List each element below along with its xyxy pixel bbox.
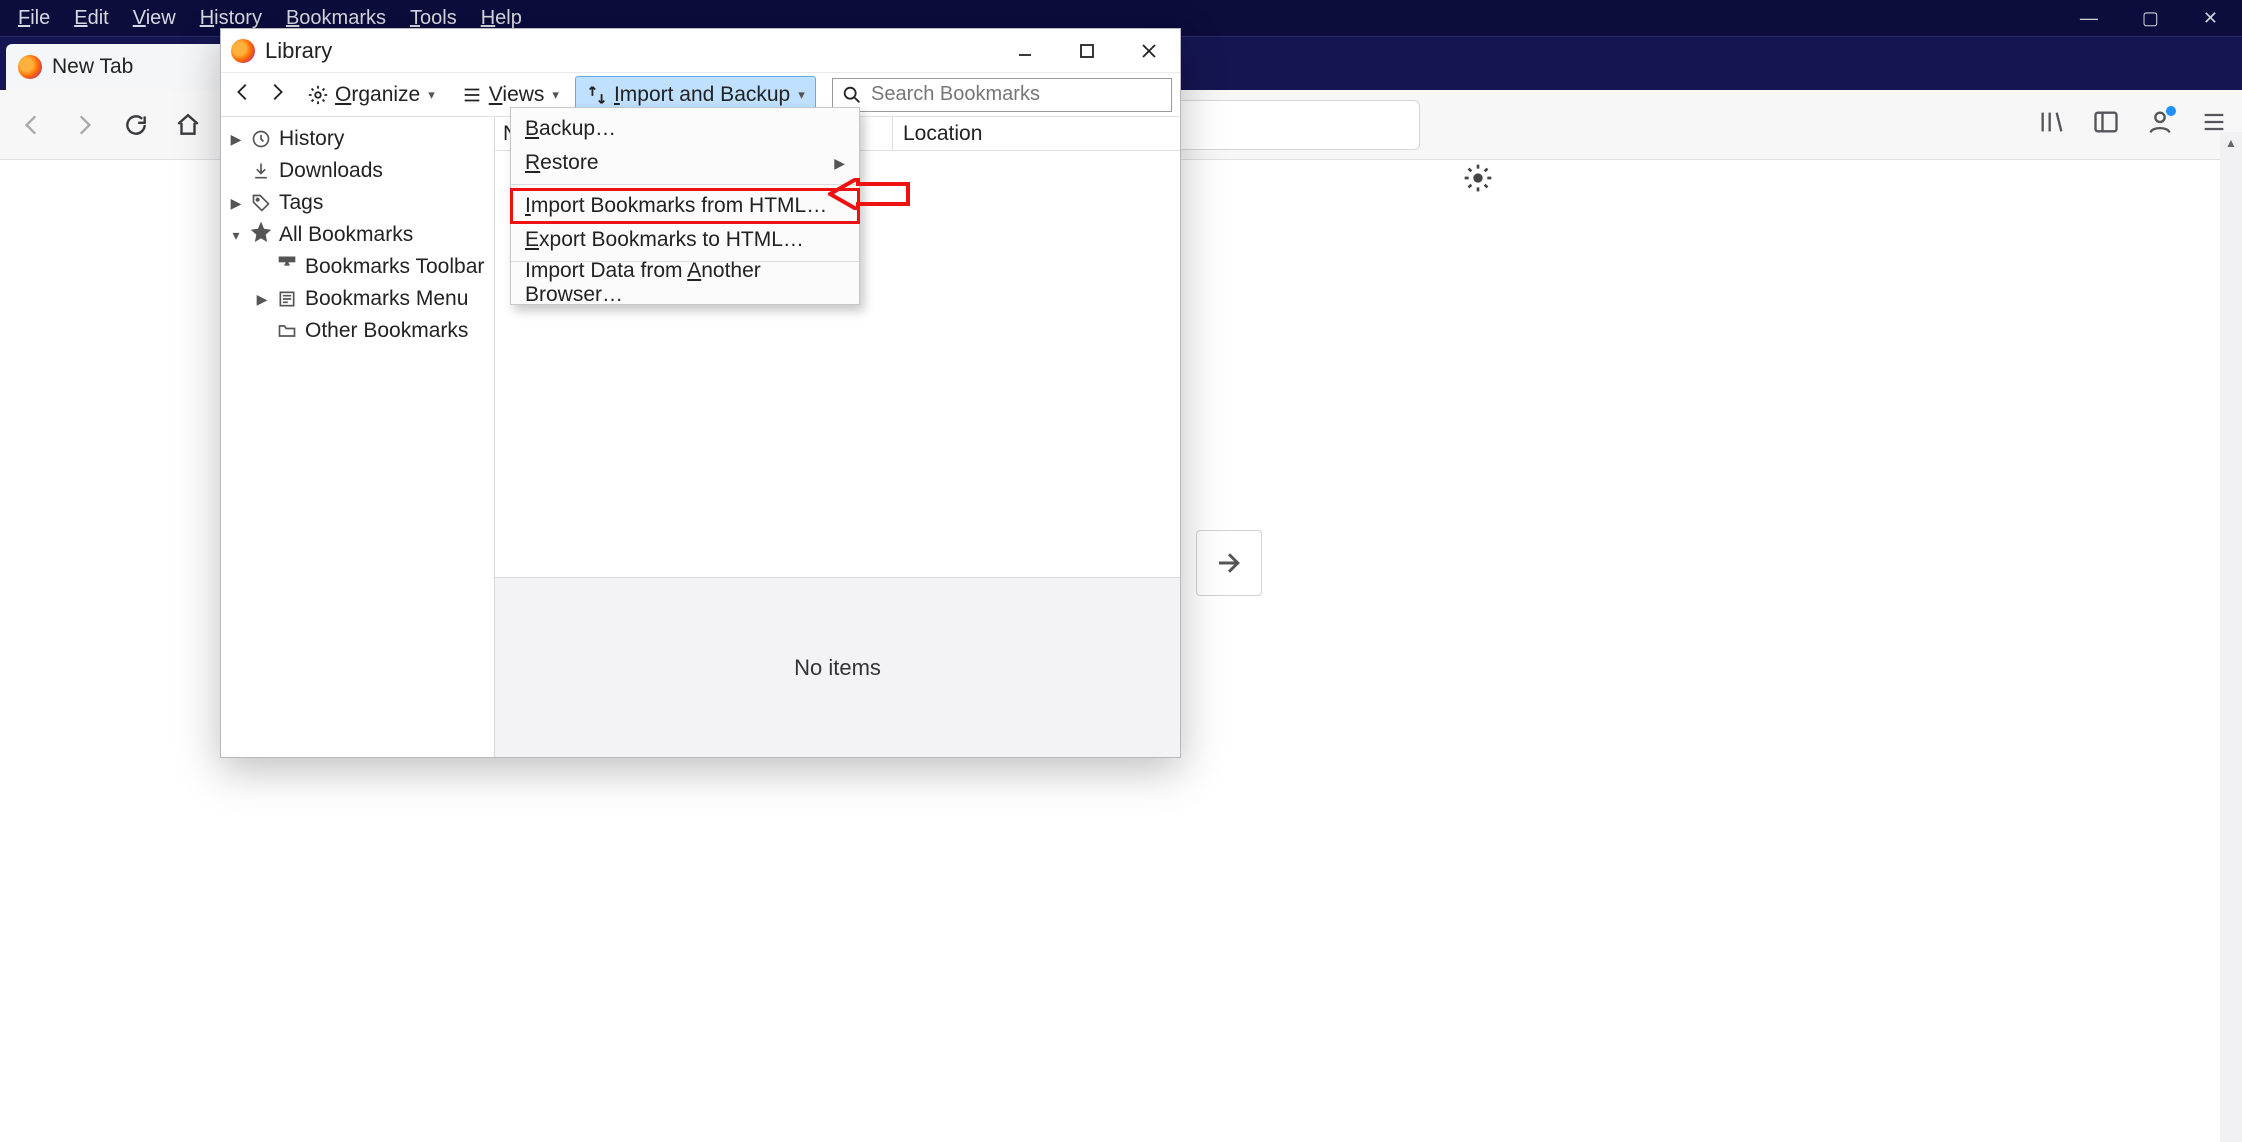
tree-bookmarks-toolbar[interactable]: Bookmarks Toolbar: [225, 251, 490, 283]
library-tree: ▶ History Downloads ▶ Tags ▾ All Bookmar…: [221, 117, 495, 757]
content-settings-gear-icon[interactable]: [1462, 162, 1494, 199]
tree-all-bookmarks[interactable]: ▾ All Bookmarks: [225, 219, 490, 251]
library-forward-button[interactable]: [263, 81, 291, 109]
forward-button[interactable]: [62, 103, 106, 147]
firefox-icon: [18, 55, 42, 79]
history-icon: [251, 129, 271, 149]
menu-export-html[interactable]: Export Bookmarks to HTML…: [511, 223, 859, 257]
menu-view[interactable]: View: [121, 3, 188, 34]
library-detail-pane: No items: [495, 577, 1180, 757]
firefox-icon: [231, 39, 255, 63]
library-title: Library: [265, 38, 332, 64]
page-scrollbar[interactable]: ▲: [2220, 132, 2242, 1142]
bookmarks-toolbar-icon: [277, 254, 297, 280]
annotation-arrow-icon: [828, 178, 910, 210]
tab-title: New Tab: [52, 55, 133, 79]
submenu-arrow-icon: ▶: [834, 155, 845, 172]
back-button[interactable]: [10, 103, 54, 147]
menu-separator: [511, 184, 859, 185]
star-icon: [251, 222, 271, 248]
menu-restore[interactable]: Restore▶: [511, 146, 859, 180]
menu-backup[interactable]: Backup…: [511, 112, 859, 146]
library-back-button[interactable]: [229, 81, 257, 109]
library-minimize-button[interactable]: [994, 29, 1056, 73]
reload-button[interactable]: [114, 103, 158, 147]
account-toolbar-icon[interactable]: [2146, 108, 2174, 141]
window-controls: — ▢ ✕: [2080, 0, 2242, 36]
detail-empty-text: No items: [794, 655, 881, 681]
window-maximize-icon[interactable]: ▢: [2142, 8, 2159, 29]
library-close-button[interactable]: [1118, 29, 1180, 73]
window-minimize-icon[interactable]: —: [2080, 8, 2098, 29]
tags-icon: [251, 193, 271, 213]
organize-button[interactable]: Organize▾: [297, 77, 445, 113]
column-location[interactable]: Location: [893, 122, 982, 146]
menu-import-html[interactable]: Import Bookmarks from HTML…: [511, 189, 859, 223]
library-maximize-button[interactable]: [1056, 29, 1118, 73]
sidebar-toolbar-icon[interactable]: [2092, 108, 2120, 141]
tree-history[interactable]: ▶ History: [225, 123, 490, 155]
search-icon: [841, 84, 863, 106]
tree-bookmarks-menu[interactable]: ▶ Bookmarks Menu: [225, 283, 490, 315]
menu-import-other-browser[interactable]: Import Data from Another Browser…: [511, 266, 859, 300]
library-titlebar[interactable]: Library: [221, 29, 1180, 73]
library-search-placeholder: Search Bookmarks: [871, 83, 1040, 106]
tree-tags[interactable]: ▶ Tags: [225, 187, 490, 219]
library-toolbar-icon[interactable]: [2038, 108, 2066, 141]
tree-other-bookmarks[interactable]: Other Bookmarks: [225, 315, 490, 347]
menu-edit[interactable]: Edit: [62, 3, 120, 34]
folder-icon: [277, 321, 297, 341]
scroll-up-icon[interactable]: ▲: [2220, 132, 2242, 154]
library-search-field[interactable]: Search Bookmarks: [832, 78, 1172, 112]
content-forward-card[interactable]: [1196, 530, 1262, 596]
window-close-icon[interactable]: ✕: [2203, 8, 2218, 29]
import-backup-menu: Backup… Restore▶ Import Bookmarks from H…: [510, 107, 860, 305]
bookmarks-menu-icon: [277, 289, 297, 309]
downloads-icon: [251, 161, 271, 181]
home-button[interactable]: [166, 103, 210, 147]
menu-file[interactable]: File: [6, 3, 62, 34]
tree-downloads[interactable]: Downloads: [225, 155, 490, 187]
